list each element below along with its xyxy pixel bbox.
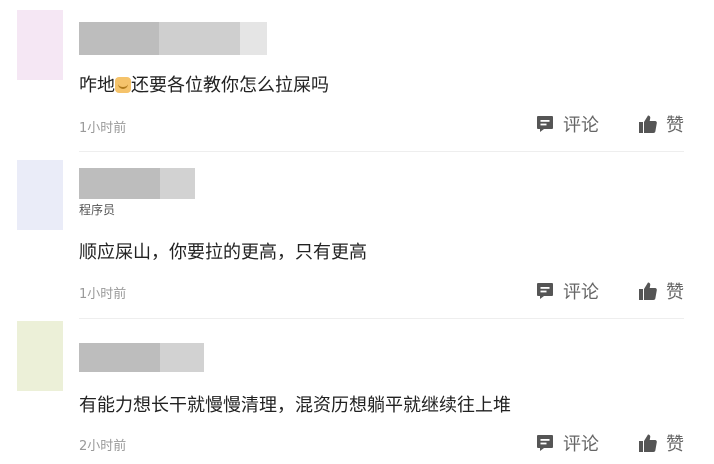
comment-label: 评论 [563,115,599,136]
thumbs-up-icon [639,115,657,134]
divider [79,318,684,319]
comment-time: 1小时前 [79,287,127,302]
like-label: 赞 [666,282,684,303]
comment-button[interactable]: 评论 [535,430,599,456]
like-label: 赞 [666,434,684,455]
username-blurred[interactable] [79,168,195,199]
comment-text: 咋地 还要各位教你怎么拉屎吗 [79,75,329,96]
like-button[interactable]: 赞 [638,111,684,137]
divider [79,151,684,152]
like-button[interactable]: 赞 [638,430,684,456]
username-blurred[interactable] [79,343,204,372]
thumbs-up-icon [639,282,657,301]
comment-label: 评论 [563,282,599,303]
like-button[interactable]: 赞 [638,278,684,304]
emoji-icon [115,77,131,93]
comment-icon [537,283,553,299]
avatar[interactable] [17,160,63,230]
username-blurred[interactable] [79,22,267,55]
like-label: 赞 [666,115,684,136]
comment-text: 顺应屎山，你要拉的更高，只有更高 [79,242,367,263]
comment-text: 有能力想长干就慢慢清理，混资历想躺平就继续往上堆 [79,395,511,416]
user-title: 程序员 [79,203,116,217]
comment-button[interactable]: 评论 [535,111,599,137]
comment-label: 评论 [563,434,599,455]
avatar[interactable] [17,10,63,80]
comment-time: 2小时前 [79,439,127,454]
thumbs-up-icon [639,434,657,453]
avatar[interactable] [17,321,63,391]
comment-icon [537,116,553,132]
comment-time: 1小时前 [79,121,127,136]
comment-icon [537,435,553,451]
comment-button[interactable]: 评论 [535,278,599,304]
